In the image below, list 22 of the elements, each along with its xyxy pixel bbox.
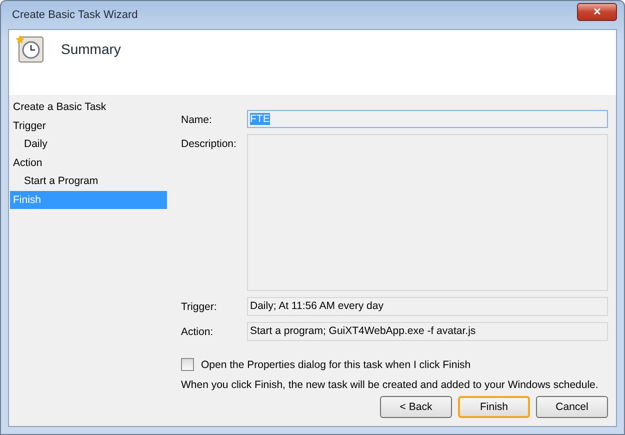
wizard-step[interactable]: Action bbox=[10, 154, 167, 172]
checkbox[interactable] bbox=[181, 358, 194, 371]
description-field[interactable] bbox=[247, 134, 608, 291]
page-title: Summary bbox=[61, 41, 121, 57]
info-text: When you click Finish, the new task will be created and added to your Windows schedule. bbox=[181, 379, 600, 391]
action-field: Start a program; GuiXT4WebApp.exe -f avatar.js bbox=[247, 322, 608, 341]
window-title: Create Basic Task Wizard bbox=[11, 9, 138, 21]
clock-calendar-icon bbox=[15, 34, 45, 64]
trigger-field: Daily; At 11:56 AM every day bbox=[247, 297, 608, 316]
wizard-step[interactable]: Start a Program bbox=[10, 172, 167, 190]
wizard-step[interactable]: Trigger bbox=[10, 116, 167, 135]
field-label: Action: bbox=[181, 325, 214, 338]
checkbox-label: Open the Properties dialog for this task when I click Finish bbox=[201, 358, 471, 370]
field-label: Description: bbox=[181, 137, 238, 150]
field-label: Name: bbox=[181, 113, 213, 126]
wizard-step[interactable]: Daily bbox=[10, 135, 167, 154]
dialog-button[interactable]: Finish bbox=[458, 396, 530, 418]
wizard-step[interactable]: Create a Basic Task bbox=[10, 98, 167, 116]
dialog-button[interactable]: < Back bbox=[380, 396, 452, 418]
field-label: Trigger: bbox=[181, 300, 218, 313]
close-button[interactable]: ✕ bbox=[577, 3, 617, 21]
dialog-button[interactable]: Cancel bbox=[536, 396, 608, 418]
